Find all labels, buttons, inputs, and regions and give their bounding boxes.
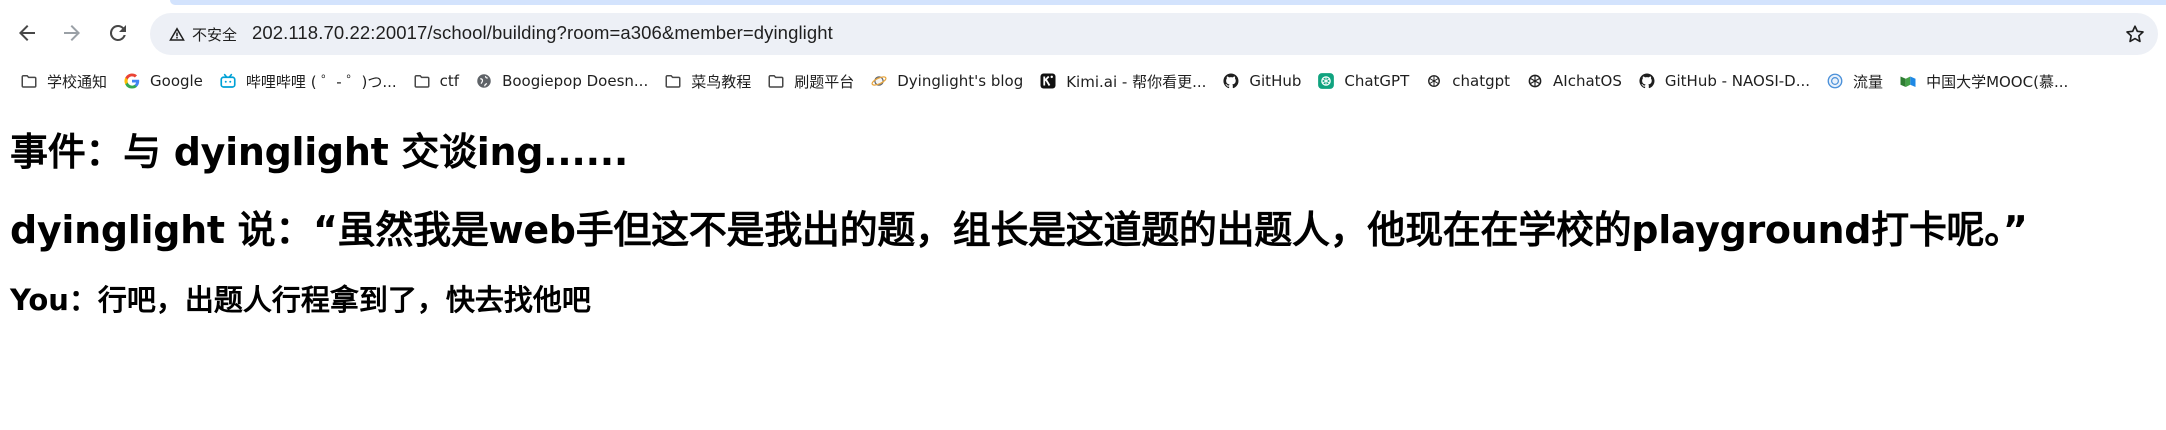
arrow-left-icon (19, 25, 35, 41)
bookmark-label: 菜鸟教程 (691, 72, 752, 91)
openai-icon (1425, 72, 1443, 90)
github-icon (1222, 72, 1240, 90)
bookmark-item[interactable]: GitHub (1214, 66, 1309, 96)
globe-icon (475, 72, 493, 90)
bookmark-label: AIchatOS (1553, 72, 1622, 90)
github-icon (1638, 72, 1656, 90)
bookmark-label: Dyinglight's blog (897, 72, 1024, 90)
dialogue-heading: dyinglight 说：“虽然我是web手但这不是我出的题，组长是这道题的出题… (10, 208, 2028, 252)
address-bar[interactable]: 不安全 202.118.70.22:20017/school/building?… (150, 13, 2158, 55)
bookmark-item[interactable]: chatgpt (1417, 66, 1518, 96)
bookmark-item[interactable]: 学校通知 (12, 66, 115, 96)
reload-button[interactable] (99, 14, 137, 52)
planet-icon (870, 72, 888, 90)
kimi-icon (1039, 72, 1057, 90)
google-icon (123, 72, 141, 90)
back-button[interactable] (8, 14, 46, 52)
bookmark-label: 刷题平台 (794, 72, 855, 91)
bookmark-label: GitHub - NAOSI-D... (1664, 72, 1811, 90)
bookmark-label: GitHub (1249, 72, 1302, 90)
bookmark-label: ChatGPT (1344, 72, 1410, 90)
folder-icon (413, 72, 431, 90)
forward-button[interactable] (53, 14, 91, 52)
event-heading: 事件：与 dyinglight 交谈ing...... (10, 130, 628, 174)
bookmark-label: 中国大学MOOC(慕... (1926, 72, 2069, 91)
reply-text: You：行吧，出题人行程拿到了，快去找他吧 (10, 283, 591, 317)
folder-icon (20, 72, 38, 90)
security-label: 不安全 (192, 25, 238, 44)
bookmark-star-button[interactable] (2122, 21, 2148, 47)
bookmark-item[interactable]: 流量 (1818, 66, 1891, 96)
folder-icon (767, 72, 785, 90)
warning-triangle-icon (169, 27, 185, 41)
bookmark-label: ctf (439, 72, 460, 90)
bookmark-label: 哔哩哔哩 ( ゜- ゜)つ... (245, 72, 397, 91)
reload-icon (109, 24, 126, 41)
bookmark-label: Google (150, 72, 203, 90)
circle-logo-icon (1826, 72, 1844, 90)
bookmarks-bar: 学校通知 Google 哔哩哔哩 ( ゜- ゜)つ... ctf Boogiep… (0, 63, 2166, 99)
bookmark-item[interactable]: Google (115, 66, 211, 96)
bookmark-item[interactable]: 中国大学MOOC(慕... (1891, 66, 2076, 96)
bookmark-item[interactable]: AIchatOS (1518, 66, 1630, 96)
bookmark-item[interactable]: 菜鸟教程 (656, 66, 759, 96)
browser-toolbar: 不安全 202.118.70.22:20017/school/building?… (0, 5, 2166, 63)
bookmark-item[interactable]: 刷题平台 (759, 66, 862, 96)
bookmark-label: chatgpt (1452, 72, 1511, 90)
bookmark-item[interactable]: ctf (405, 66, 467, 96)
bookmark-item[interactable]: 哔哩哔哩 ( ゜- ゜)つ... (211, 66, 405, 96)
mooc-icon (1899, 72, 1917, 90)
bookmark-item[interactable]: Dyinglight's blog (862, 66, 1031, 96)
bookmark-item[interactable]: Boogiepop Doesn... (467, 66, 656, 96)
folder-icon (664, 72, 682, 90)
bookmark-item[interactable]: ChatGPT (1309, 66, 1417, 96)
openai-icon (1526, 72, 1544, 90)
page-content: 事件：与 dyinglight 交谈ing...... dyinglight 说… (0, 99, 2166, 430)
bookmark-label: 流量 (1853, 72, 1884, 91)
bookmark-label: Kimi.ai - 帮你看更... (1066, 72, 1207, 91)
chatgpt-icon (1317, 72, 1335, 90)
bookmark-label: Boogiepop Doesn... (502, 72, 649, 90)
bookmark-item[interactable]: GitHub - NAOSI-D... (1630, 66, 1818, 96)
star-icon (2126, 25, 2144, 43)
url-text[interactable]: 202.118.70.22:20017/school/building?room… (252, 22, 833, 44)
site-security-chip[interactable]: 不安全 (160, 20, 249, 48)
bookmark-item[interactable]: Kimi.ai - 帮你看更... (1031, 66, 1214, 96)
bilibili-icon (219, 72, 237, 90)
arrow-right-icon (64, 25, 80, 41)
bookmark-label: 学校通知 (47, 72, 108, 91)
